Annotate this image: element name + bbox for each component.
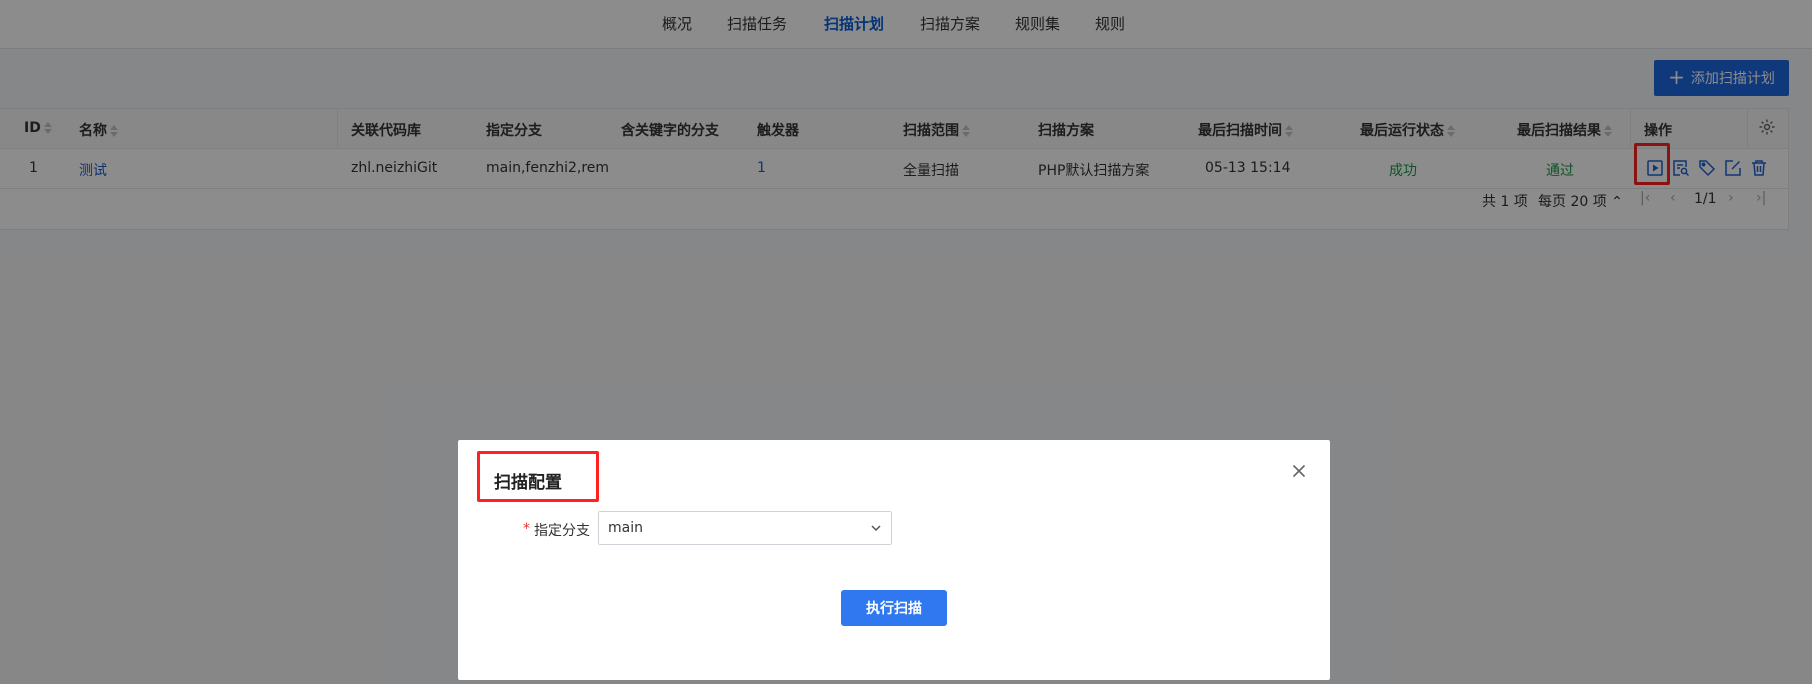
scan-config-modal: 扫描配置 * 指定分支 main 执行扫描 [458,440,1330,680]
branch-select[interactable]: main [598,511,892,545]
close-icon[interactable] [1290,462,1308,480]
chevron-down-icon [869,521,883,535]
required-marker: * [523,521,530,537]
branch-select-value: main [608,520,643,536]
branch-field-label: 指定分支 [534,523,590,539]
run-scan-button[interactable]: 执行扫描 [841,590,947,626]
modal-title: 扫描配置 [494,473,562,493]
